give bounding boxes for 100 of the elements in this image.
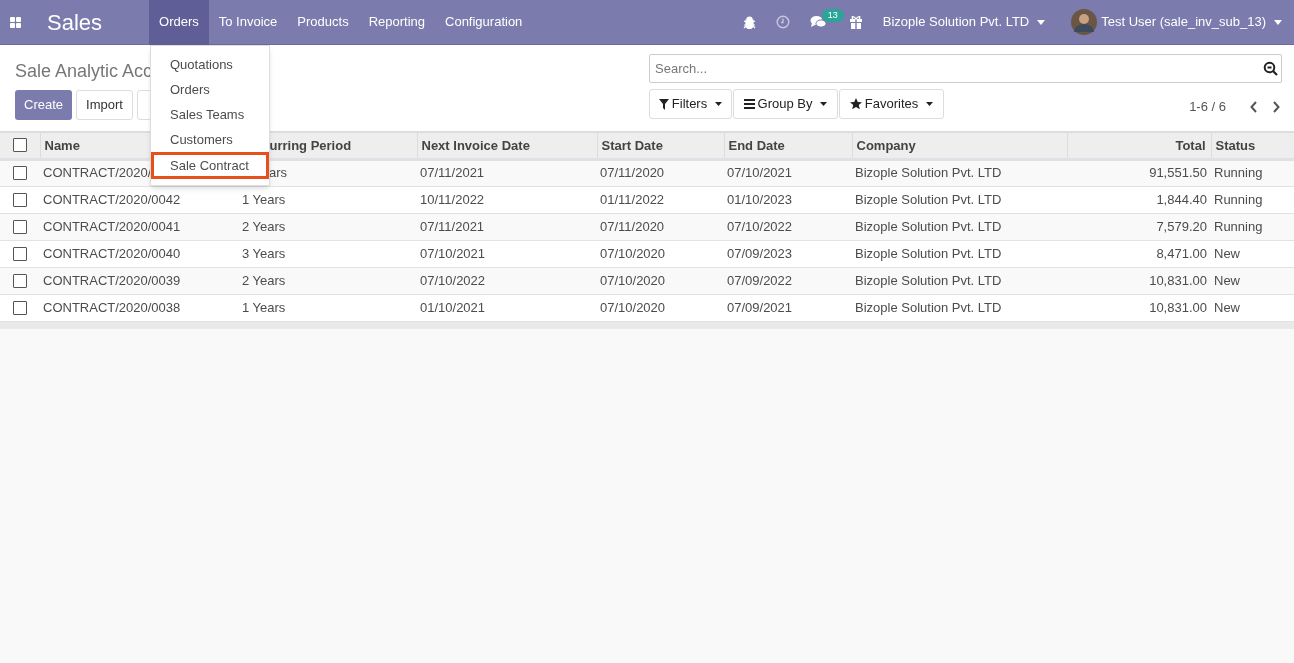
table-cell: CONTRACT/2020/0042 [43, 191, 181, 207]
table-cell: CONTRACT/2020/ [43, 165, 152, 181]
search-icon[interactable] [1263, 61, 1278, 76]
table-cell: Bizople Solution Pvt. LTD [855, 245, 1002, 261]
table-cell: CONTRACT/2020/0038 [43, 299, 181, 315]
next-icon[interactable] [1272, 100, 1280, 113]
table-cell: 07/10/2020 [600, 245, 666, 261]
row-checkbox[interactable] [13, 166, 27, 180]
search-field[interactable]: Search... [649, 54, 1282, 83]
create-button[interactable]: Create [15, 90, 73, 120]
table-cell: 91,551.50 [1149, 165, 1207, 181]
table-cell: 07/09/2022 [727, 272, 793, 288]
table-cell: ars [269, 165, 288, 181]
table-cell: Bizople Solution Pvt. LTD [855, 299, 1002, 315]
table-cell: 07/10/2020 [600, 299, 666, 315]
column-header[interactable]: Total [1067, 132, 1211, 159]
menu-tab[interactable]: Products [287, 0, 359, 45]
table-cell: 07/11/2021 [420, 218, 485, 234]
table-cell: 10,831.00 [1149, 299, 1207, 315]
table-cell: Bizople Solution Pvt. LTD [855, 272, 1002, 288]
table-cell: 07/10/2021 [727, 165, 793, 181]
column-header[interactable]: Company [852, 132, 1067, 159]
column-header[interactable]: Start Date [597, 132, 724, 159]
table-cell: 07/10/2022 [727, 218, 793, 234]
row-checkbox[interactable] [13, 246, 27, 261]
caret-icon [1037, 19, 1046, 25]
user-avatar-icon [1071, 9, 1098, 35]
menu-tab[interactable]: Reporting [358, 0, 435, 45]
table-cell: 1 Years [242, 191, 286, 207]
row-checkbox[interactable] [13, 273, 27, 288]
table-cell: 01/10/2023 [727, 191, 793, 207]
table-cell: 10,831.00 [1149, 272, 1207, 288]
table-cell: 07/09/2021 [727, 299, 793, 315]
app-title: Sales [47, 8, 103, 37]
dropdown-item[interactable]: Sales Teams [151, 102, 269, 127]
dropdown-item[interactable]: Sale Contract [151, 152, 269, 179]
table-cell: 1,844.40 [1156, 191, 1207, 207]
company-switcher[interactable]: Bizople Solution Pvt. LTD [882, 12, 1046, 32]
column-header[interactable]: End Date [724, 132, 852, 159]
row-checkbox[interactable] [13, 219, 27, 234]
table-cell: 07/09/2023 [727, 245, 793, 261]
table-cell: 07/11/2020 [600, 218, 665, 234]
page-title: Sale Analytic Acc [15, 60, 153, 83]
import-button[interactable]: Import [76, 90, 133, 120]
table-cell: 2 Years [242, 272, 286, 288]
apps-menu-icon[interactable] [10, 16, 21, 28]
table-cell: 2 Years [242, 218, 286, 234]
user-menu[interactable]: Test User (sale_inv_sub_13) [1071, 9, 1282, 35]
table-cell: 07/11/2020 [600, 165, 665, 181]
table-cell: 07/11/2021 [420, 165, 485, 181]
menu-tab[interactable]: Orders [149, 0, 209, 45]
menu-tab[interactable]: Configuration [435, 0, 533, 45]
column-header[interactable]: Next Invoice Date [417, 132, 597, 159]
table-cell: New [1214, 299, 1240, 315]
dropdown-item[interactable]: Orders [151, 77, 269, 102]
table-cell: Bizople Solution Pvt. LTD [855, 218, 1002, 234]
table-cell: Running [1214, 218, 1263, 234]
table-cell: 07/10/2020 [600, 272, 666, 288]
dropdown-item[interactable]: Quotations [151, 52, 269, 77]
table-cell: 3 Years [242, 245, 286, 261]
table-cell: CONTRACT/2020/0041 [43, 218, 181, 234]
table-cell: 1 Years [242, 299, 286, 315]
table-cell: Running [1214, 165, 1263, 181]
table-cell: Running [1214, 191, 1263, 207]
previous-icon[interactable] [1250, 100, 1258, 113]
caret-icon [715, 102, 723, 106]
table-cell: 07/10/2021 [420, 245, 486, 261]
filter-icon [658, 98, 669, 110]
filter-dropdown-button[interactable]: Filters [649, 89, 732, 119]
table-cell: New [1214, 272, 1240, 288]
bug-icon[interactable] [742, 15, 756, 29]
star-icon [849, 98, 862, 110]
table-cell: 07/10/2022 [420, 272, 486, 288]
row-checkbox[interactable] [13, 300, 27, 315]
row-checkbox[interactable] [13, 192, 27, 207]
chat-icon[interactable] [809, 15, 827, 29]
caret-icon [820, 102, 828, 106]
filter-label: Group By [757, 95, 813, 114]
table-cell: 01/10/2021 [420, 299, 486, 315]
gift-icon[interactable] [848, 15, 863, 29]
table-cell: Bizople Solution Pvt. LTD [855, 165, 1002, 181]
table-cell: 7,579.20 [1156, 218, 1207, 234]
filter-dropdown-button[interactable]: Favorites [839, 89, 944, 119]
caret-icon [926, 102, 934, 106]
caret-icon [1274, 19, 1282, 25]
table-cell: 01/11/2022 [600, 191, 665, 207]
filter-dropdown-button[interactable]: Group By [733, 89, 838, 119]
select-all-checkbox[interactable] [13, 138, 27, 153]
table-cell: New [1214, 245, 1240, 261]
table-cell: Bizople Solution Pvt. LTD [855, 191, 1002, 207]
menu-tab[interactable]: To Invoice [208, 0, 288, 45]
table-cell: 8,471.00 [1156, 245, 1207, 261]
message-count-badge: 13 [821, 9, 844, 22]
filter-label: Favorites [864, 95, 919, 114]
table-cell: 10/11/2022 [420, 191, 485, 207]
column-header[interactable]: Status [1211, 132, 1294, 159]
table-cell: CONTRACT/2020/0040 [43, 245, 181, 261]
table-cell: CONTRACT/2020/0039 [43, 272, 181, 288]
list-icon [743, 99, 755, 109]
filter-label: Filters [671, 95, 708, 114]
